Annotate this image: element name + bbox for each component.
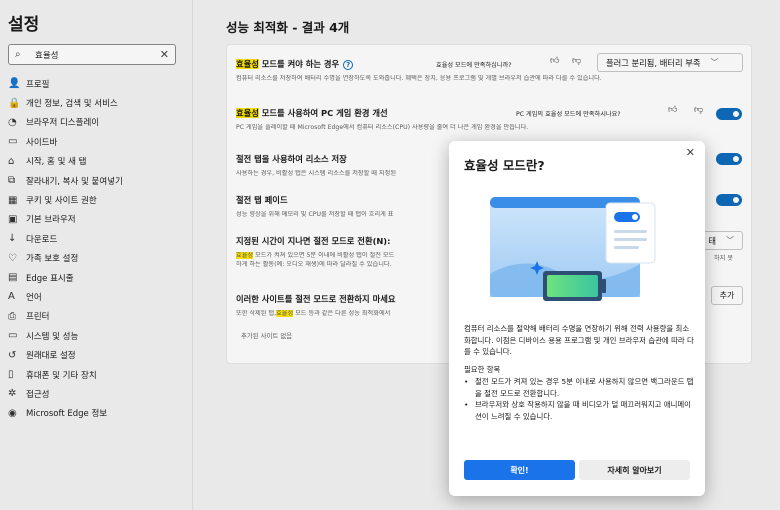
efficiency-mode-dialog: 효율성 모드란? ✕ 컴퓨터 리소스를 절약해 배터리 수명을 연장하기 위해 … <box>449 141 705 496</box>
ok-button[interactable]: 확인! <box>464 460 575 480</box>
dialog-requirements-title: 필요한 항목 <box>464 364 501 374</box>
efficiency-illustration <box>490 197 656 301</box>
dialog-requirements-list: 절전 모드가 켜져 있는 경우 5분 이내로 사용하지 않으면 백그라운드 탭을… <box>464 376 694 422</box>
dialog-title: 효율성 모드란? <box>464 158 545 173</box>
close-icon[interactable]: ✕ <box>686 146 695 159</box>
learn-more-button[interactable]: 자세히 알아보기 <box>579 460 690 480</box>
dialog-description: 컴퓨터 리소스를 절약해 배터리 수명을 연장하기 위해 전력 사용량을 최소화… <box>464 324 694 356</box>
dialog-body: 컴퓨터 리소스를 절약해 배터리 수명을 연장하기 위해 전력 사용량을 최소화… <box>464 323 694 422</box>
list-item: 브라우저와 상호 작용하지 않을 때 비디오가 덜 매끄러워지고 애니메이션이 … <box>464 399 694 422</box>
list-item: 절전 모드가 켜져 있는 경우 5분 이내로 사용하지 않으면 백그라운드 탭을… <box>464 376 694 399</box>
